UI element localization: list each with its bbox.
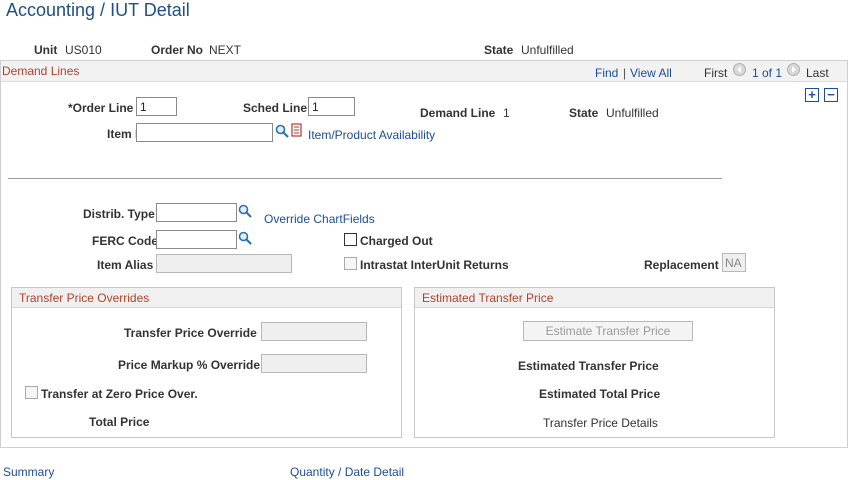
sched-line-input[interactable] bbox=[308, 97, 355, 116]
charged-out-checkbox[interactable] bbox=[344, 233, 357, 246]
zero-price-label: Transfer at Zero Price Over. bbox=[41, 387, 198, 401]
magnifier-icon[interactable] bbox=[275, 124, 289, 138]
order-line-input[interactable] bbox=[136, 97, 177, 116]
order-no-label: Order No bbox=[151, 43, 204, 57]
demand-line-value: 1 bbox=[503, 106, 510, 120]
transfer-overrides-title: Transfer Price Overrides bbox=[19, 291, 150, 305]
first-label: First bbox=[704, 66, 728, 80]
delete-row-button[interactable]: − bbox=[824, 88, 838, 102]
transfer-price-override-label: Transfer Price Override bbox=[124, 326, 257, 340]
unit-value: US010 bbox=[65, 43, 102, 57]
order-no-value: NEXT bbox=[209, 43, 242, 57]
item-id-input[interactable] bbox=[136, 123, 273, 142]
order-line-label: *Order Line bbox=[68, 101, 134, 115]
summary-link[interactable]: Summary bbox=[3, 465, 54, 479]
zero-price-checkbox bbox=[25, 386, 38, 399]
item-alias-label: Item Alias bbox=[97, 258, 154, 272]
find-link[interactable]: Find bbox=[595, 66, 618, 80]
row-count: 1 of 1 bbox=[752, 66, 783, 80]
nav-separator: | bbox=[623, 66, 627, 80]
magnifier-icon[interactable] bbox=[238, 231, 252, 245]
quantity-date-detail-link[interactable]: Quantity / Date Detail bbox=[290, 465, 404, 479]
charged-out-label: Charged Out bbox=[360, 234, 433, 248]
page-title: Accounting / IUT Detail bbox=[6, 0, 190, 20]
unit-label: Unit bbox=[34, 43, 58, 57]
line-state-label: State bbox=[569, 106, 599, 120]
est-total-price-label: Estimated Total Price bbox=[539, 387, 661, 401]
override-chartfields-link[interactable]: Override ChartFields bbox=[264, 212, 375, 226]
last-label: Last bbox=[806, 66, 829, 80]
distrib-type-input[interactable] bbox=[156, 203, 237, 222]
distrib-type-label: Distrib. Type bbox=[83, 207, 155, 221]
view-all-link[interactable]: View All bbox=[630, 66, 672, 80]
estimate-transfer-price-button[interactable]: Estimate Transfer Price bbox=[523, 321, 693, 341]
section-divider bbox=[8, 178, 722, 179]
replacement-input bbox=[722, 253, 746, 272]
ferc-code-label: FERC Code bbox=[92, 234, 158, 248]
ferc-code-input[interactable] bbox=[156, 230, 237, 249]
estimated-transfer-title: Estimated Transfer Price bbox=[422, 291, 554, 305]
item-availability-link[interactable]: Item/Product Availability bbox=[308, 128, 435, 142]
line-state-value: Unfulfilled bbox=[606, 106, 659, 120]
price-markup-label: Price Markup % Override bbox=[118, 358, 261, 372]
sched-line-label: Sched Line bbox=[243, 101, 308, 115]
magnifier-icon[interactable] bbox=[238, 204, 252, 218]
est-transfer-price-label: Estimated Transfer Price bbox=[518, 359, 659, 373]
demand-lines-title: Demand Lines bbox=[2, 64, 80, 78]
item-alias-input bbox=[156, 254, 292, 273]
transfer-price-details-label: Transfer Price Details bbox=[543, 416, 658, 430]
intrastat-label: Intrastat InterUnit Returns bbox=[360, 258, 509, 272]
document-icon[interactable] bbox=[291, 123, 305, 137]
arrow-right-icon[interactable] bbox=[787, 63, 800, 76]
intrastat-checkbox bbox=[344, 257, 357, 270]
price-markup-input bbox=[261, 354, 367, 373]
transfer-price-override-input bbox=[261, 322, 367, 341]
add-row-button[interactable]: + bbox=[805, 88, 819, 102]
state-value: Unfulfilled bbox=[521, 43, 574, 57]
replacement-label: Replacement bbox=[644, 258, 719, 272]
arrow-left-icon[interactable] bbox=[733, 63, 746, 76]
demand-line-label: Demand Line bbox=[420, 106, 496, 120]
total-price-label: Total Price bbox=[89, 415, 150, 429]
state-label: State bbox=[484, 43, 514, 57]
